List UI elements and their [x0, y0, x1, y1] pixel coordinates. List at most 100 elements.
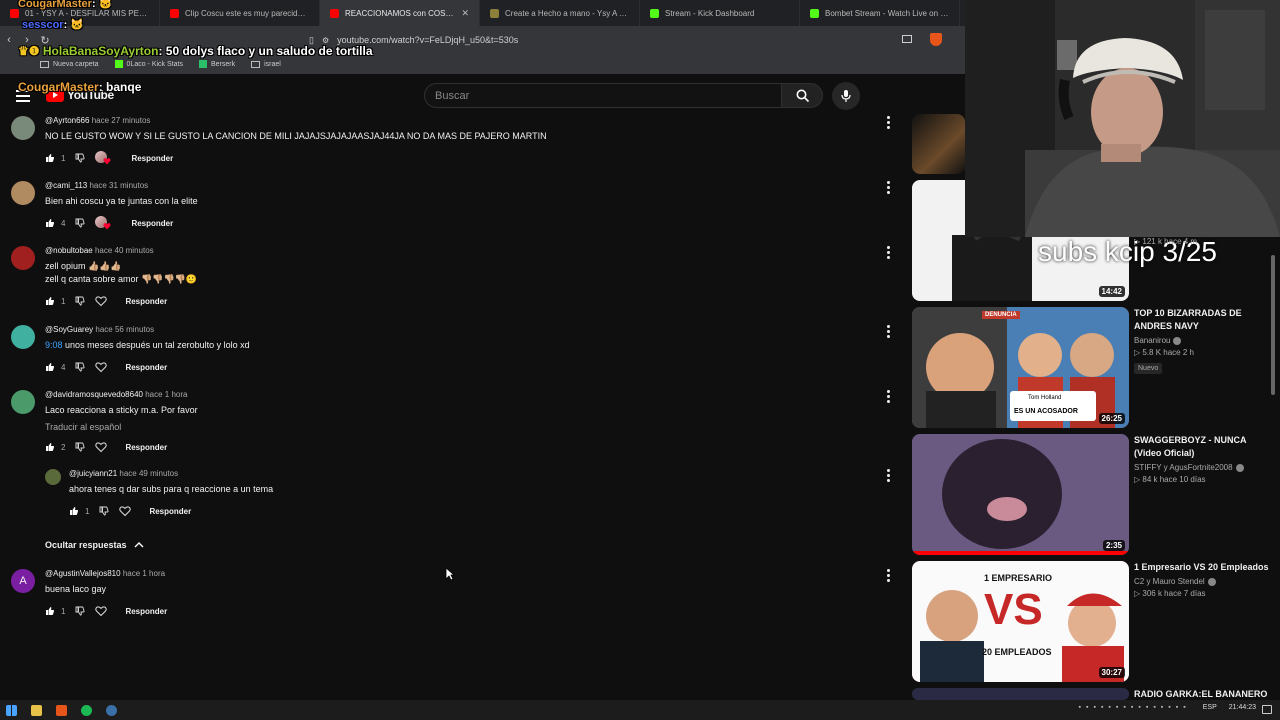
reply-button[interactable]: Responder	[125, 607, 167, 616]
video-thumbnail[interactable]: DENUNCIA Tom Holland ES UN ACOSADOR 26:2…	[912, 307, 1129, 428]
like-icon[interactable]	[45, 296, 55, 306]
reply-button[interactable]: Responder	[125, 363, 167, 372]
heart-icon[interactable]	[95, 441, 108, 453]
comment-time[interactable]: hace 1 hora	[145, 390, 187, 399]
like-icon[interactable]	[69, 506, 79, 516]
like-icon[interactable]	[45, 362, 55, 372]
notification-icon[interactable]	[1262, 705, 1272, 714]
chat-username: CougarMaster	[18, 80, 99, 94]
browser-tab[interactable]: Stream - Kick Dashboard	[640, 0, 800, 26]
more-options-icon[interactable]	[884, 181, 892, 195]
browser-tab-bar: 01 - YSY A - DESFILAR MIS PENAS f Clip C…	[0, 0, 965, 26]
bookmark-item[interactable]: israel	[251, 60, 281, 68]
more-options-icon[interactable]	[884, 569, 892, 583]
language-indicator[interactable]: ESP	[1203, 704, 1217, 711]
heart-icon[interactable]	[119, 505, 132, 517]
avatar[interactable]	[11, 181, 35, 205]
video-thumbnail[interactable]	[912, 688, 1129, 700]
comment-time[interactable]: hace 40 minutos	[95, 246, 154, 255]
comment-author[interactable]: @Ayrton666	[45, 116, 89, 125]
chat-message: CougarMaster: banqe	[18, 80, 142, 94]
dislike-icon[interactable]	[75, 218, 85, 228]
windows-taskbar: ▪▪▪▪▪▪▪▪▪▪▪▪▪▪▪ ESP 21:44:23	[0, 700, 1280, 720]
brave-browser-icon[interactable]	[56, 704, 67, 716]
avatar[interactable]	[45, 469, 61, 485]
dislike-icon[interactable]	[75, 153, 85, 163]
comment-author[interactable]: @juicyiann21	[69, 469, 117, 478]
steam-icon[interactable]	[106, 704, 117, 716]
like-icon[interactable]	[45, 218, 55, 228]
brave-shield-icon[interactable]	[930, 33, 942, 46]
avatar[interactable]	[11, 390, 35, 414]
reply-button[interactable]: Responder	[125, 297, 167, 306]
reply-button[interactable]: Responder	[125, 443, 167, 452]
dislike-icon[interactable]	[75, 362, 85, 372]
video-stats: ▷ 121 k hace 4 m	[1134, 237, 1198, 246]
comment-author[interactable]: @AgustinVallejos810	[45, 569, 121, 578]
like-icon[interactable]	[45, 606, 55, 616]
video-title[interactable]: 1 Empresario VS 20 Empleados	[1134, 561, 1272, 574]
close-tab-icon[interactable]: ✕	[461, 8, 469, 19]
cast-icon[interactable]	[902, 35, 912, 43]
creator-heart	[95, 216, 113, 230]
reply-button[interactable]: Responder	[149, 507, 191, 516]
comment-author[interactable]: @nobultobae	[45, 246, 93, 255]
bookmark-item[interactable]: 0Laco - Kick Stats	[114, 60, 183, 68]
voice-search-button[interactable]	[832, 82, 860, 110]
like-icon[interactable]	[45, 442, 55, 452]
browser-tab[interactable]: REACCIONAMOS con COSCU a ✕	[320, 0, 480, 26]
browser-tab[interactable]: Clip Coscu este es muy parecido a m	[160, 0, 320, 26]
bookmark-item[interactable]: Nueva carpeta	[40, 60, 99, 68]
heart-icon[interactable]	[95, 295, 108, 307]
channel-name[interactable]: Bananirou	[1134, 336, 1170, 345]
comment-time[interactable]: hace 1 hora	[123, 569, 165, 578]
comment-time[interactable]: hace 31 minutos	[89, 181, 148, 190]
video-thumbnail[interactable]: 2:35	[912, 434, 1129, 555]
avatar[interactable]	[11, 325, 35, 349]
tray-icons[interactable]: ▪▪▪▪▪▪▪▪▪▪▪▪▪▪▪	[1079, 704, 1191, 711]
search-button[interactable]	[781, 83, 823, 108]
heart-icon[interactable]	[95, 361, 108, 373]
comment-author[interactable]: @cami_113	[45, 181, 87, 190]
reply-button[interactable]: Responder	[131, 219, 173, 228]
comment-time[interactable]: hace 56 minutos	[95, 325, 154, 334]
video-title[interactable]: SWAGGERBOYZ - NUNCA (Video Oficial)	[1134, 434, 1272, 460]
reply-button[interactable]: Responder	[131, 154, 173, 163]
dislike-icon[interactable]	[75, 296, 85, 306]
back-icon[interactable]: ‹	[0, 34, 18, 46]
comment-time[interactable]: hace 49 minutos	[119, 469, 178, 478]
like-icon[interactable]	[45, 153, 55, 163]
comment-author[interactable]: @SoyGuarey	[45, 325, 93, 334]
more-options-icon[interactable]	[884, 246, 892, 260]
spotify-icon[interactable]	[81, 704, 92, 716]
page-scrollbar[interactable]	[1271, 255, 1275, 395]
more-options-icon[interactable]	[884, 116, 892, 130]
heart-icon[interactable]	[95, 605, 108, 617]
more-options-icon[interactable]	[884, 469, 892, 483]
avatar[interactable]	[11, 116, 35, 140]
browser-tab[interactable]: Create a Hecho a mano - Ysy A Tie	[480, 0, 640, 26]
dislike-icon[interactable]	[99, 506, 109, 516]
timestamp-link[interactable]: 9:08	[45, 340, 63, 350]
browser-tab[interactable]: Bombet Stream - Watch Live on Kic	[800, 0, 960, 26]
comment-time[interactable]: hace 27 minutos	[92, 116, 151, 125]
video-thumbnail[interactable]	[912, 114, 965, 174]
video-thumbnail[interactable]: 1 EMPRESARIO VS 20 EMPLEADOS 30:27	[912, 561, 1129, 682]
video-title[interactable]: TOP 10 BIZARRADAS DE ANDRES NAVY	[1134, 307, 1272, 333]
more-options-icon[interactable]	[884, 390, 892, 404]
bookmark-item[interactable]: Berserk	[198, 60, 235, 68]
search-input[interactable]: Buscar	[424, 83, 782, 108]
avatar[interactable]: A	[11, 569, 35, 593]
file-explorer-icon[interactable]	[31, 704, 42, 716]
dislike-icon[interactable]	[75, 442, 85, 452]
channel-name[interactable]: C2 y Mauro Stendel	[1134, 577, 1205, 586]
dislike-icon[interactable]	[75, 606, 85, 616]
windows-start-icon[interactable]	[6, 704, 17, 716]
clock[interactable]: 21:44:23	[1229, 704, 1256, 711]
avatar[interactable]	[11, 246, 35, 270]
comment-author[interactable]: @davidramosquevedo8640	[45, 390, 143, 399]
more-options-icon[interactable]	[884, 325, 892, 339]
channel-name[interactable]: STIFFY y AgusFortnite2008	[1134, 463, 1233, 472]
hide-replies-button[interactable]: Ocultar respuestas	[45, 540, 144, 550]
translate-link[interactable]: Traducir al español	[45, 422, 198, 432]
